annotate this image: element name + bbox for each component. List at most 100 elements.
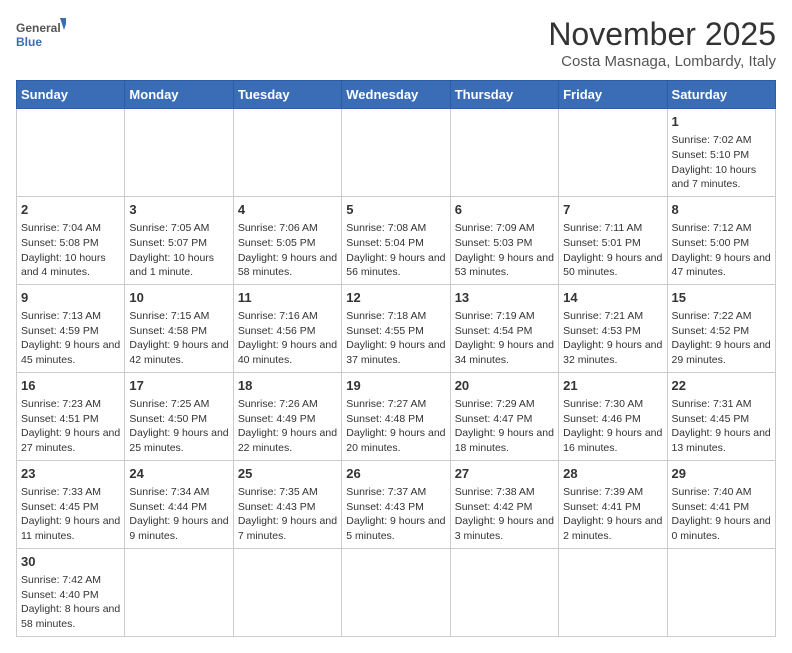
calendar-cell: 14 Sunrise: 7:21 AM Sunset: 4:53 PM Dayli… [559, 284, 667, 372]
weekday-header-monday: Monday [125, 81, 233, 109]
weekday-header-wednesday: Wednesday [342, 81, 450, 109]
calendar-cell: 23 Sunrise: 7:33 AM Sunset: 4:45 PM Dayli… [17, 460, 125, 548]
day-number: 23 [21, 465, 120, 483]
day-number: 6 [455, 201, 554, 219]
day-number: 30 [21, 553, 120, 571]
calendar-cell [17, 109, 125, 197]
day-number: 2 [21, 201, 120, 219]
svg-text:Blue: Blue [16, 35, 42, 49]
day-number: 5 [346, 201, 445, 219]
day-number: 25 [238, 465, 337, 483]
calendar-cell: 5 Sunrise: 7:08 AM Sunset: 5:04 PM Daylig… [342, 196, 450, 284]
day-info: Sunrise: 7:26 AM Sunset: 4:49 PM Dayligh… [238, 397, 337, 456]
day-number: 9 [21, 289, 120, 307]
day-info: Sunrise: 7:34 AM Sunset: 4:44 PM Dayligh… [129, 485, 228, 544]
calendar-cell [342, 109, 450, 197]
calendar-cell [125, 548, 233, 636]
day-info: Sunrise: 7:04 AM Sunset: 5:08 PM Dayligh… [21, 221, 120, 280]
day-number: 29 [672, 465, 771, 483]
day-number: 27 [455, 465, 554, 483]
day-info: Sunrise: 7:19 AM Sunset: 4:54 PM Dayligh… [455, 309, 554, 368]
day-info: Sunrise: 7:15 AM Sunset: 4:58 PM Dayligh… [129, 309, 228, 368]
calendar-cell: 7 Sunrise: 7:11 AM Sunset: 5:01 PM Daylig… [559, 196, 667, 284]
weekday-header-friday: Friday [559, 81, 667, 109]
day-number: 8 [672, 201, 771, 219]
day-number: 10 [129, 289, 228, 307]
day-number: 1 [672, 113, 771, 131]
calendar-cell [125, 109, 233, 197]
weekday-header-saturday: Saturday [667, 81, 775, 109]
day-info: Sunrise: 7:09 AM Sunset: 5:03 PM Dayligh… [455, 221, 554, 280]
day-info: Sunrise: 7:21 AM Sunset: 4:53 PM Dayligh… [563, 309, 662, 368]
day-number: 22 [672, 377, 771, 395]
day-info: Sunrise: 7:05 AM Sunset: 5:07 PM Dayligh… [129, 221, 228, 280]
calendar-week-row: 30 Sunrise: 7:42 AM Sunset: 4:40 PM Dayli… [17, 548, 776, 636]
calendar-cell: 11Sunrise: 7:16 AM Sunset: 4:56 PM Dayli… [233, 284, 341, 372]
calendar-cell [450, 548, 558, 636]
day-info: Sunrise: 7:38 AM Sunset: 4:42 PM Dayligh… [455, 485, 554, 544]
day-number: 28 [563, 465, 662, 483]
calendar-cell [233, 548, 341, 636]
day-number: 12 [346, 289, 445, 307]
calendar-cell: 2 Sunrise: 7:04 AM Sunset: 5:08 PM Daylig… [17, 196, 125, 284]
calendar-cell: 22 Sunrise: 7:31 AM Sunset: 4:45 PM Dayli… [667, 372, 775, 460]
day-info: Sunrise: 7:42 AM Sunset: 4:40 PM Dayligh… [21, 573, 120, 632]
day-number: 14 [563, 289, 662, 307]
calendar-cell: 18 Sunrise: 7:26 AM Sunset: 4:49 PM Dayli… [233, 372, 341, 460]
day-number: 3 [129, 201, 228, 219]
calendar-cell: 28 Sunrise: 7:39 AM Sunset: 4:41 PM Dayli… [559, 460, 667, 548]
day-info: Sunrise: 7:40 AM Sunset: 4:41 PM Dayligh… [672, 485, 771, 544]
day-number: 4 [238, 201, 337, 219]
day-info: Sunrise: 7:25 AM Sunset: 4:50 PM Dayligh… [129, 397, 228, 456]
day-number: 21 [563, 377, 662, 395]
calendar-cell: 8 Sunrise: 7:12 AM Sunset: 5:00 PM Daylig… [667, 196, 775, 284]
calendar-week-row: 1 Sunrise: 7:02 AM Sunset: 5:10 PM Daylig… [17, 109, 776, 197]
day-info: Sunrise: 7:11 AM Sunset: 5:01 PM Dayligh… [563, 221, 662, 280]
calendar-cell: 24 Sunrise: 7:34 AM Sunset: 4:44 PM Dayli… [125, 460, 233, 548]
calendar-cell: 20 Sunrise: 7:29 AM Sunset: 4:47 PM Dayli… [450, 372, 558, 460]
weekday-header-tuesday: Tuesday [233, 81, 341, 109]
day-info: Sunrise: 7:22 AM Sunset: 4:52 PM Dayligh… [672, 309, 771, 368]
calendar-week-row: 2 Sunrise: 7:04 AM Sunset: 5:08 PM Daylig… [17, 196, 776, 284]
calendar-week-row: 23 Sunrise: 7:33 AM Sunset: 4:45 PM Dayli… [17, 460, 776, 548]
day-number: 15 [672, 289, 771, 307]
location-title: Costa Masnaga, Lombardy, Italy [548, 53, 776, 70]
day-info: Sunrise: 7:13 AM Sunset: 4:59 PM Dayligh… [21, 309, 120, 368]
title-area: November 2025 Costa Masnaga, Lombardy, I… [548, 16, 776, 70]
weekday-header-row: SundayMondayTuesdayWednesdayThursdayFrid… [17, 81, 776, 109]
calendar-cell: 25Sunrise: 7:35 AM Sunset: 4:43 PM Dayli… [233, 460, 341, 548]
day-number: 24 [129, 465, 228, 483]
day-info: Sunrise: 7:06 AM Sunset: 5:05 PM Dayligh… [238, 221, 337, 280]
calendar-cell: 4 Sunrise: 7:06 AM Sunset: 5:05 PM Daylig… [233, 196, 341, 284]
day-info: Sunrise: 7:02 AM Sunset: 5:10 PM Dayligh… [672, 133, 771, 192]
day-info: Sunrise: 7:39 AM Sunset: 4:41 PM Dayligh… [563, 485, 662, 544]
day-number: 19 [346, 377, 445, 395]
calendar-cell [559, 548, 667, 636]
day-number: 20 [455, 377, 554, 395]
page-header: General Blue November 2025 Costa Masnaga… [16, 16, 776, 70]
weekday-header-sunday: Sunday [17, 81, 125, 109]
day-info: Sunrise: 7:33 AM Sunset: 4:45 PM Dayligh… [21, 485, 120, 544]
calendar-cell: 12Sunrise: 7:18 AM Sunset: 4:55 PM Dayli… [342, 284, 450, 372]
day-number: 7 [563, 201, 662, 219]
calendar-cell: 19Sunrise: 7:27 AM Sunset: 4:48 PM Dayli… [342, 372, 450, 460]
day-info: Sunrise: 7:08 AM Sunset: 5:04 PM Dayligh… [346, 221, 445, 280]
day-number: 18 [238, 377, 337, 395]
day-info: Sunrise: 7:31 AM Sunset: 4:45 PM Dayligh… [672, 397, 771, 456]
calendar-cell: 6 Sunrise: 7:09 AM Sunset: 5:03 PM Daylig… [450, 196, 558, 284]
calendar-cell [559, 109, 667, 197]
day-info: Sunrise: 7:12 AM Sunset: 5:00 PM Dayligh… [672, 221, 771, 280]
logo-icon: General Blue [16, 16, 66, 56]
calendar-cell: 10 Sunrise: 7:15 AM Sunset: 4:58 PM Dayli… [125, 284, 233, 372]
calendar-table: SundayMondayTuesdayWednesdayThursdayFrid… [16, 80, 776, 637]
weekday-header-thursday: Thursday [450, 81, 558, 109]
calendar-cell: 29 Sunrise: 7:40 AM Sunset: 4:41 PM Dayli… [667, 460, 775, 548]
calendar-cell: 26Sunrise: 7:37 AM Sunset: 4:43 PM Dayli… [342, 460, 450, 548]
day-info: Sunrise: 7:37 AM Sunset: 4:43 PM Dayligh… [346, 485, 445, 544]
calendar-cell: 15 Sunrise: 7:22 AM Sunset: 4:52 PM Dayli… [667, 284, 775, 372]
calendar-cell [342, 548, 450, 636]
calendar-cell: 27 Sunrise: 7:38 AM Sunset: 4:42 PM Dayli… [450, 460, 558, 548]
calendar-cell [233, 109, 341, 197]
day-info: Sunrise: 7:29 AM Sunset: 4:47 PM Dayligh… [455, 397, 554, 456]
calendar-week-row: 16Sunrise: 7:23 AM Sunset: 4:51 PM Dayli… [17, 372, 776, 460]
